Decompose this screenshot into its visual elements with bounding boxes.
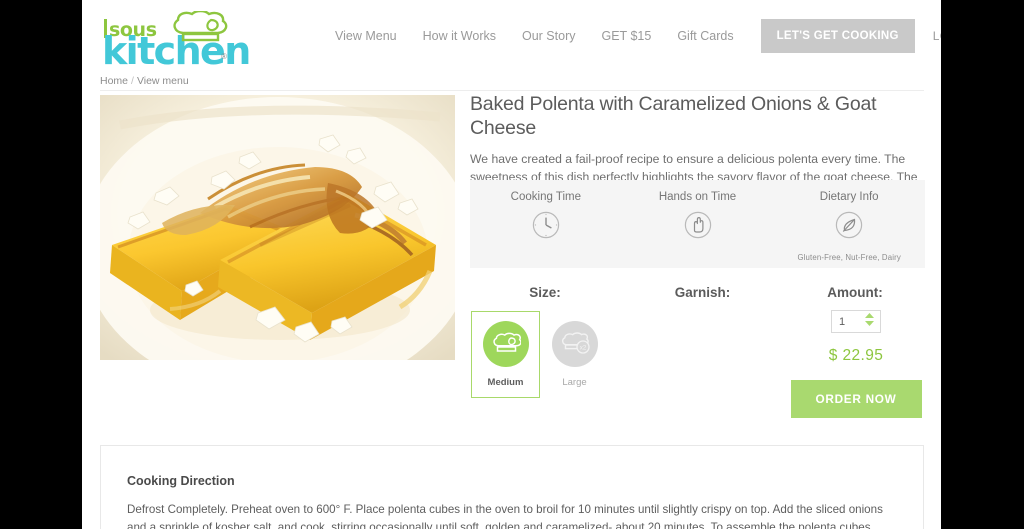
amount-section: 1 $ 22.95 ORDER NOW <box>786 310 926 418</box>
product-title: Baked Polenta with Caramelized Onions & … <box>470 93 877 139</box>
size-selector: Medium x2 Large <box>471 311 609 398</box>
info-dietary: Dietary Info Gluten-Free, Nut-Free, Dair… <box>773 180 925 268</box>
order-now-button[interactable]: ORDER NOW <box>790 380 922 418</box>
breadcrumb: Home / View menu <box>100 75 189 87</box>
size-option-medium[interactable]: Medium <box>471 311 540 398</box>
breadcrumb-home[interactable]: Home <box>100 75 128 87</box>
breadcrumb-separator: / <box>131 75 134 87</box>
size-header: Size: <box>529 285 561 300</box>
product-image <box>100 95 455 360</box>
option-headers: Size: Garnish: Amount: <box>470 285 925 300</box>
site-logo[interactable]: sous kitchen ® <box>95 8 251 70</box>
product-price: $ 22.95 <box>828 347 884 364</box>
main-navigation: View Menu How it Works Our Story GET $15… <box>322 0 941 72</box>
lets-get-cooking-button[interactable]: LET'S GET COOKING <box>760 19 915 53</box>
stepper-arrows-icon[interactable] <box>864 312 875 332</box>
product-info-bar: Cooking Time Hands on Time Dietary Info … <box>470 180 925 268</box>
chef-hat-icon <box>171 9 229 50</box>
chef-hat-large-icon: x2 <box>551 321 598 367</box>
amount-header: Amount: <box>827 285 883 300</box>
cooking-direction-body: Defrost Completely. Preheat oven to 600°… <box>127 503 883 529</box>
dietary-tags: Gluten-Free, Nut-Free, Dairy <box>797 253 901 262</box>
breadcrumb-divider <box>100 90 924 91</box>
site-header: sous kitchen ® View Menu How it Works Ou… <box>82 0 941 72</box>
size-label-medium: Medium <box>487 377 524 388</box>
cooking-direction-card: Cooking Direction Defrost Completely. Pr… <box>100 445 924 529</box>
nav-item-view-menu[interactable]: View Menu <box>322 29 410 43</box>
clock-icon <box>532 211 560 244</box>
page-content: sous kitchen ® View Menu How it Works Ou… <box>82 0 941 529</box>
quantity-value: 1 <box>839 315 846 328</box>
cooking-direction-title: Cooking Direction <box>127 474 235 488</box>
product-options: Size: Garnish: Amount: Medium x2 Large 1… <box>470 285 925 418</box>
leaf-icon <box>835 211 863 244</box>
info-hands-on-time: Hands on Time <box>622 180 774 268</box>
garnish-header: Garnish: <box>674 285 731 300</box>
info-label-hands-on-time: Hands on Time <box>658 191 737 203</box>
chef-hat-medium-icon <box>482 321 529 367</box>
nav-item-how-it-works[interactable]: How it Works <box>410 29 509 43</box>
nav-item-gift-cards[interactable]: Gift Cards <box>664 29 746 43</box>
logo-trademark: ® <box>221 52 227 61</box>
screenshot-stage: sous kitchen ® View Menu How it Works Ou… <box>0 0 1024 529</box>
info-cooking-time: Cooking Time <box>470 180 622 268</box>
quantity-stepper[interactable]: 1 <box>831 310 881 333</box>
info-label-dietary: Dietary Info <box>819 191 879 203</box>
breadcrumb-current: View menu <box>136 75 189 87</box>
size-label-large: Large <box>562 377 587 388</box>
nav-item-get-15[interactable]: GET $15 <box>589 29 665 43</box>
polenta-dish-photo <box>100 95 455 360</box>
info-label-cooking-time: Cooking Time <box>510 191 581 203</box>
hand-icon <box>684 211 712 244</box>
login-link[interactable]: LOG IN <box>915 29 941 43</box>
large-multiplier-badge: x2 <box>579 345 586 352</box>
size-option-large[interactable]: x2 Large <box>540 311 609 398</box>
nav-item-our-story[interactable]: Our Story <box>509 29 589 43</box>
